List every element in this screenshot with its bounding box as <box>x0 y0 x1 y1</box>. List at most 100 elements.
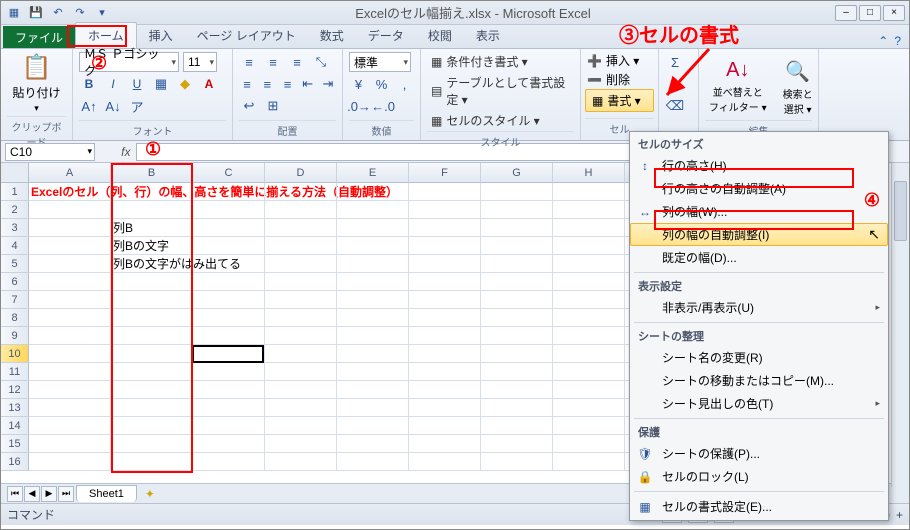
cell-A14[interactable] <box>29 417 111 435</box>
sort-filter-button[interactable]: A↓ 並べ替えと フィルター ▾ <box>705 57 771 118</box>
cell-D11[interactable] <box>265 363 337 381</box>
format-table-button[interactable]: ▤テーブルとして書式設定 ▾ <box>427 72 574 110</box>
cell-C14[interactable] <box>193 417 265 435</box>
cell-G8[interactable] <box>481 309 553 327</box>
cell-B4[interactable]: 列Bの文字 <box>111 237 193 255</box>
align-right-icon[interactable]: ≡ <box>279 74 295 94</box>
font-size-combo[interactable]: 11 <box>183 52 217 72</box>
cell-C10[interactable] <box>193 345 265 363</box>
column-header-H[interactable]: H <box>553 163 625 183</box>
tab-data[interactable]: データ <box>356 23 416 48</box>
currency-icon[interactable]: ¥ <box>349 74 368 94</box>
cell-B11[interactable] <box>111 363 193 381</box>
help-icon[interactable]: ? <box>894 34 901 48</box>
cell-G4[interactable] <box>481 237 553 255</box>
cell-G2[interactable] <box>481 201 553 219</box>
select-all-corner[interactable] <box>1 163 29 183</box>
percent-icon[interactable]: % <box>372 74 391 94</box>
cell-D16[interactable] <box>265 453 337 471</box>
cell-H12[interactable] <box>553 381 625 399</box>
cell-F9[interactable] <box>409 327 481 345</box>
cell-G6[interactable] <box>481 273 553 291</box>
cell-H3[interactable] <box>553 219 625 237</box>
cell-D12[interactable] <box>265 381 337 399</box>
cell-A9[interactable] <box>29 327 111 345</box>
dd-autofit-row[interactable]: 行の高さの自動調整(A) <box>630 177 888 200</box>
minimize-ribbon-icon[interactable]: ⌃ <box>878 34 888 48</box>
cell-G5[interactable] <box>481 255 553 273</box>
autosum-icon[interactable]: Σ <box>665 52 685 72</box>
row-header-9[interactable]: 9 <box>1 327 29 345</box>
column-header-G[interactable]: G <box>481 163 553 183</box>
cell-C15[interactable] <box>193 435 265 453</box>
dd-lock-cell[interactable]: 🔒セルのロック(L) <box>630 465 888 488</box>
sheet-tab-1[interactable]: Sheet1 <box>76 485 137 502</box>
cell-C11[interactable] <box>193 363 265 381</box>
cell-G15[interactable] <box>481 435 553 453</box>
font-name-combo[interactable]: ＭＳ Ｐゴシック <box>79 52 179 72</box>
sheet-prev-icon[interactable]: ◀ <box>24 486 40 502</box>
row-header-10[interactable]: 10 <box>1 345 29 363</box>
cell-D3[interactable] <box>265 219 337 237</box>
comma-icon[interactable]: , <box>395 74 414 94</box>
cell-H7[interactable] <box>553 291 625 309</box>
format-cells-button[interactable]: ▦書式 ▾ <box>585 89 654 112</box>
cell-H9[interactable] <box>553 327 625 345</box>
delete-cells-button[interactable]: ➖削除 <box>585 70 654 89</box>
cell-B6[interactable] <box>111 273 193 291</box>
cell-H11[interactable] <box>553 363 625 381</box>
cell-C16[interactable] <box>193 453 265 471</box>
cell-A6[interactable] <box>29 273 111 291</box>
save-icon[interactable]: 💾 <box>27 4 45 22</box>
row-header-8[interactable]: 8 <box>1 309 29 327</box>
wrap-text-icon[interactable]: ↩ <box>239 96 259 116</box>
cell-F14[interactable] <box>409 417 481 435</box>
cell-G11[interactable] <box>481 363 553 381</box>
cell-A7[interactable] <box>29 291 111 309</box>
cell-D1[interactable] <box>265 183 337 201</box>
cell-E9[interactable] <box>337 327 409 345</box>
dd-format-cells[interactable]: ▦セルの書式設定(E)... <box>630 495 888 518</box>
tab-file[interactable]: ファイル <box>3 26 75 48</box>
row-header-7[interactable]: 7 <box>1 291 29 309</box>
cell-A11[interactable] <box>29 363 111 381</box>
inc-decimal-icon[interactable]: .0→ <box>349 96 369 116</box>
align-center-icon[interactable]: ≡ <box>259 74 275 94</box>
cell-E1[interactable] <box>337 183 409 201</box>
cell-B2[interactable] <box>111 201 193 219</box>
redo-icon[interactable]: ↷ <box>71 4 89 22</box>
align-bot-icon[interactable]: ≡ <box>287 52 307 72</box>
cell-C7[interactable] <box>193 291 265 309</box>
cell-C6[interactable] <box>193 273 265 291</box>
cell-H13[interactable] <box>553 399 625 417</box>
row-header-2[interactable]: 2 <box>1 201 29 219</box>
cell-F12[interactable] <box>409 381 481 399</box>
qat-icon[interactable]: ▾ <box>93 4 111 22</box>
cell-A16[interactable] <box>29 453 111 471</box>
row-header-6[interactable]: 6 <box>1 273 29 291</box>
cell-E8[interactable] <box>337 309 409 327</box>
merge-icon[interactable]: ⊞ <box>263 96 283 116</box>
row-header-16[interactable]: 16 <box>1 453 29 471</box>
name-box[interactable]: C10 <box>5 143 95 161</box>
cell-F11[interactable] <box>409 363 481 381</box>
cell-D13[interactable] <box>265 399 337 417</box>
cell-A5[interactable] <box>29 255 111 273</box>
cell-A10[interactable] <box>29 345 111 363</box>
cell-C3[interactable] <box>193 219 265 237</box>
cell-B1[interactable] <box>111 183 193 201</box>
cell-G13[interactable] <box>481 399 553 417</box>
tab-view[interactable]: 表示 <box>464 23 512 48</box>
zoom-in-icon[interactable]: + <box>896 508 903 522</box>
cell-H15[interactable] <box>553 435 625 453</box>
paste-button[interactable]: 📋 貼り付け ▾ <box>7 51 66 116</box>
column-header-A[interactable]: A <box>29 163 111 183</box>
cell-A8[interactable] <box>29 309 111 327</box>
align-left-icon[interactable]: ≡ <box>239 74 255 94</box>
cell-A12[interactable] <box>29 381 111 399</box>
sheet-first-icon[interactable]: ⏮ <box>7 486 23 502</box>
cell-F6[interactable] <box>409 273 481 291</box>
cell-C2[interactable] <box>193 201 265 219</box>
phonetic-icon[interactable]: ア <box>127 96 147 116</box>
cell-B16[interactable] <box>111 453 193 471</box>
